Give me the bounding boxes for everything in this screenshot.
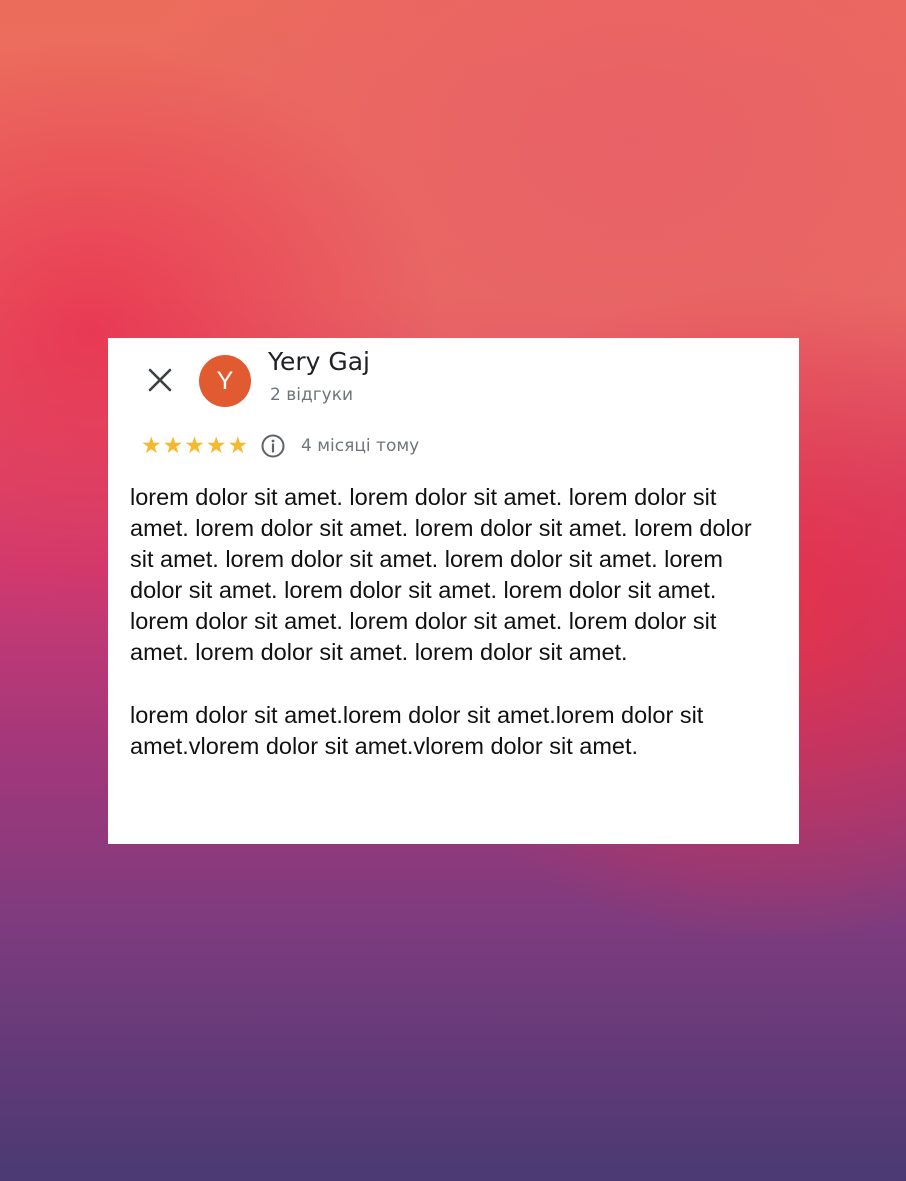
review-paragraph: lorem dolor sit amet. lorem dolor sit am… [130,484,752,666]
review-body: lorem dolor sit amet. lorem dolor sit am… [130,482,780,762]
author-review-count: 2 відгуки [270,385,354,405]
star-icon: ★ [227,433,249,459]
star-icon: ★ [184,433,205,459]
close-button[interactable] [140,360,180,400]
info-icon[interactable] [260,433,286,459]
star-rating: ★ ★ ★ ★ ★ [141,432,248,460]
avatar[interactable]: Y [199,355,251,407]
author-name[interactable]: Yery Gaj [268,346,370,378]
star-icon: ★ [141,433,162,459]
star-icon: ★ [162,433,184,459]
review-paragraph: lorem dolor sit amet.lorem dolor sit ame… [130,701,704,759]
close-icon [148,368,172,392]
review-date: 4 місяці тому [301,436,420,456]
star-icon: ★ [205,433,227,459]
